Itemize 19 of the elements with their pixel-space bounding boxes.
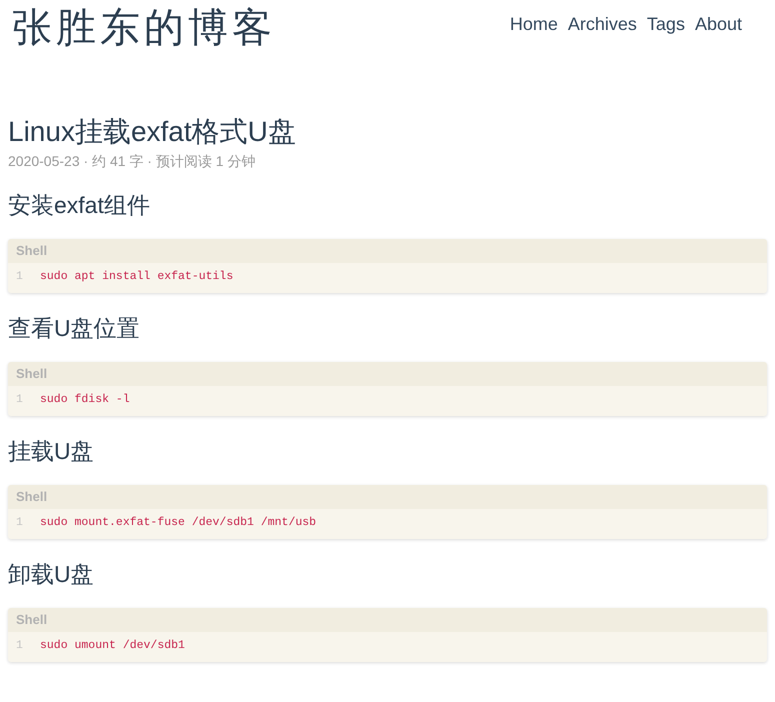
post-title: Linux挂载exfat格式U盘 — [8, 115, 297, 149]
nav-link[interactable]: About — [694, 12, 742, 36]
code-line: sudo apt install exfat-utils — [40, 269, 234, 285]
code-language: Shell — [8, 362, 767, 386]
code-line: sudo umount /dev/sdb1 — [40, 638, 185, 654]
nav-link[interactable]: Home — [510, 12, 558, 36]
nav-link[interactable]: Archives — [568, 12, 637, 36]
post-meta: 2020-05-23 · 约 41 字 · 预计阅读 1 分钟 — [8, 152, 256, 170]
code-language: Shell — [8, 485, 767, 509]
code-language: Shell — [8, 608, 767, 632]
code-line: sudo fdisk -l — [40, 392, 130, 408]
section-heading: 查看U盘位置 — [8, 314, 141, 343]
section-heading: 挂载U盘 — [8, 437, 95, 466]
nav-link[interactable]: Tags — [646, 12, 685, 36]
section-heading: 安装exfat组件 — [8, 191, 151, 220]
section-heading: 卸载U盘 — [8, 560, 95, 589]
code-line: sudo mount.exfat-fuse /dev/sdb1 /mnt/usb — [40, 515, 316, 531]
site-title[interactable]: 张胜东的博客 — [12, 6, 276, 50]
code-language: Shell — [8, 239, 767, 263]
